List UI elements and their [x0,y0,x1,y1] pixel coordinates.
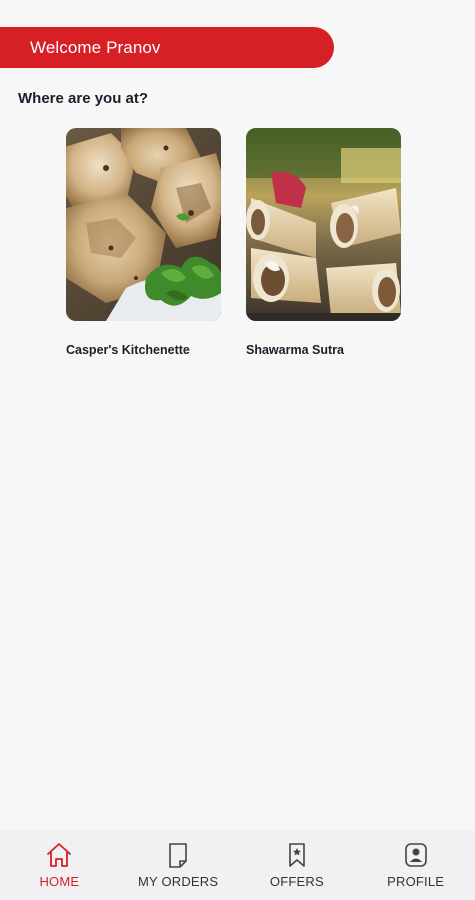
section-title: Where are you at? [18,90,149,107]
bookmark-icon [289,843,305,867]
restaurant-list: Casper's Kitchenette Shawarma Sutra [66,128,401,357]
nav-item-profile[interactable]: PROFILE [357,841,475,889]
profile-icon [404,843,427,867]
orders-icon [169,843,187,868]
shawarma-rolls-image[interactable] [246,128,401,321]
welcome-banner: Welcome Pranov [0,27,334,68]
welcome-text: Welcome Pranov [30,37,161,57]
bottom-nav: HOME MY ORDERS OFFERS PROFILE [0,830,475,900]
nav-item-offers[interactable]: OFFERS [238,841,356,889]
restaurant-card-caspers-kitchenette[interactable]: Casper's Kitchenette [66,128,221,357]
restaurant-name: Casper's Kitchenette [66,343,190,357]
restaurant-card-shawarma-sutra[interactable]: Shawarma Sutra [246,128,401,357]
grilled-chicken-image[interactable] [66,128,221,321]
nav-item-my-orders[interactable]: MY ORDERS [119,841,237,889]
nav-item-home[interactable]: HOME [0,841,118,889]
nav-label: OFFERS [269,874,324,889]
nav-label: HOME [39,874,80,889]
nav-label: PROFILE [387,874,445,889]
home-icon [47,843,72,867]
nav-label: MY ORDERS [137,874,219,889]
restaurant-name: Shawarma Sutra [246,343,344,357]
